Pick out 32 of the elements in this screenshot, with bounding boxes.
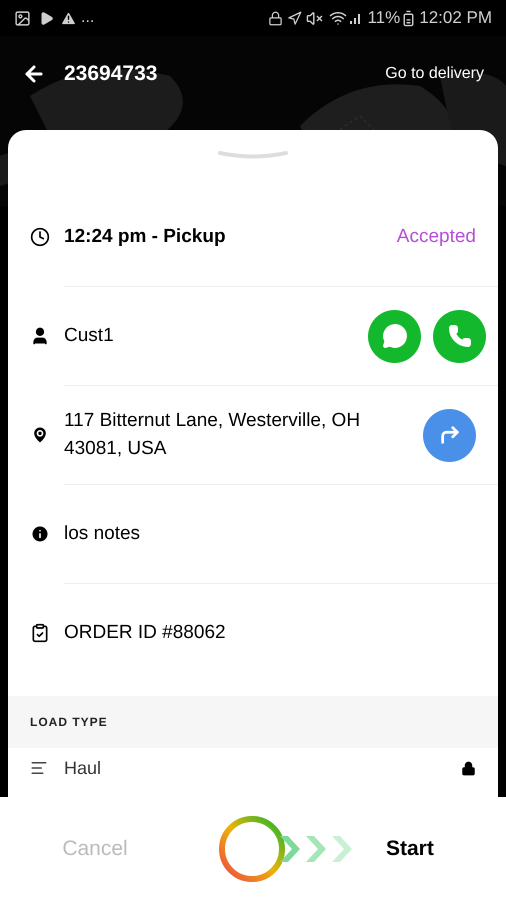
location-icon [287,10,302,26]
directions-button[interactable] [423,408,476,462]
pickup-time: 12:24 pm - Pickup [64,225,227,249]
turn-arrow-icon [438,424,460,446]
call-button[interactable] [433,310,486,362]
image-icon [14,10,31,26]
overflow-indicator: ... [81,8,94,28]
header-title: 23694733 [64,61,158,88]
clipboard-check-icon [30,623,50,643]
start-button[interactable]: Start [386,832,434,864]
message-button[interactable] [368,310,421,362]
drag-handle[interactable] [218,150,288,160]
go-to-delivery-link[interactable]: Go to delivery [385,62,484,86]
lock-icon [268,10,284,26]
clock-time: 12:02 PM [419,7,492,30]
play-icon [39,10,54,26]
load-type-value: Haul [64,756,102,780]
warning-icon [60,10,77,26]
section-heading: LOAD TYPE [30,714,108,731]
order-id: ORDER ID #88062 [64,621,227,645]
lines-icon [30,759,48,777]
status-label: Accepted [396,224,477,249]
notes-text: los notes [64,522,142,546]
battery-percent: 11% [367,7,400,30]
address-text: 117 Bitternut Lane, Westerville, OH 43081, USA [64,409,362,461]
mute-icon [306,10,324,26]
chat-bubble-icon [382,323,408,349]
wifi-icon [329,9,348,27]
clock-icon [30,227,50,247]
info-icon [30,524,50,544]
customer-name: Cust1 [64,324,115,348]
phone-icon [448,324,472,348]
